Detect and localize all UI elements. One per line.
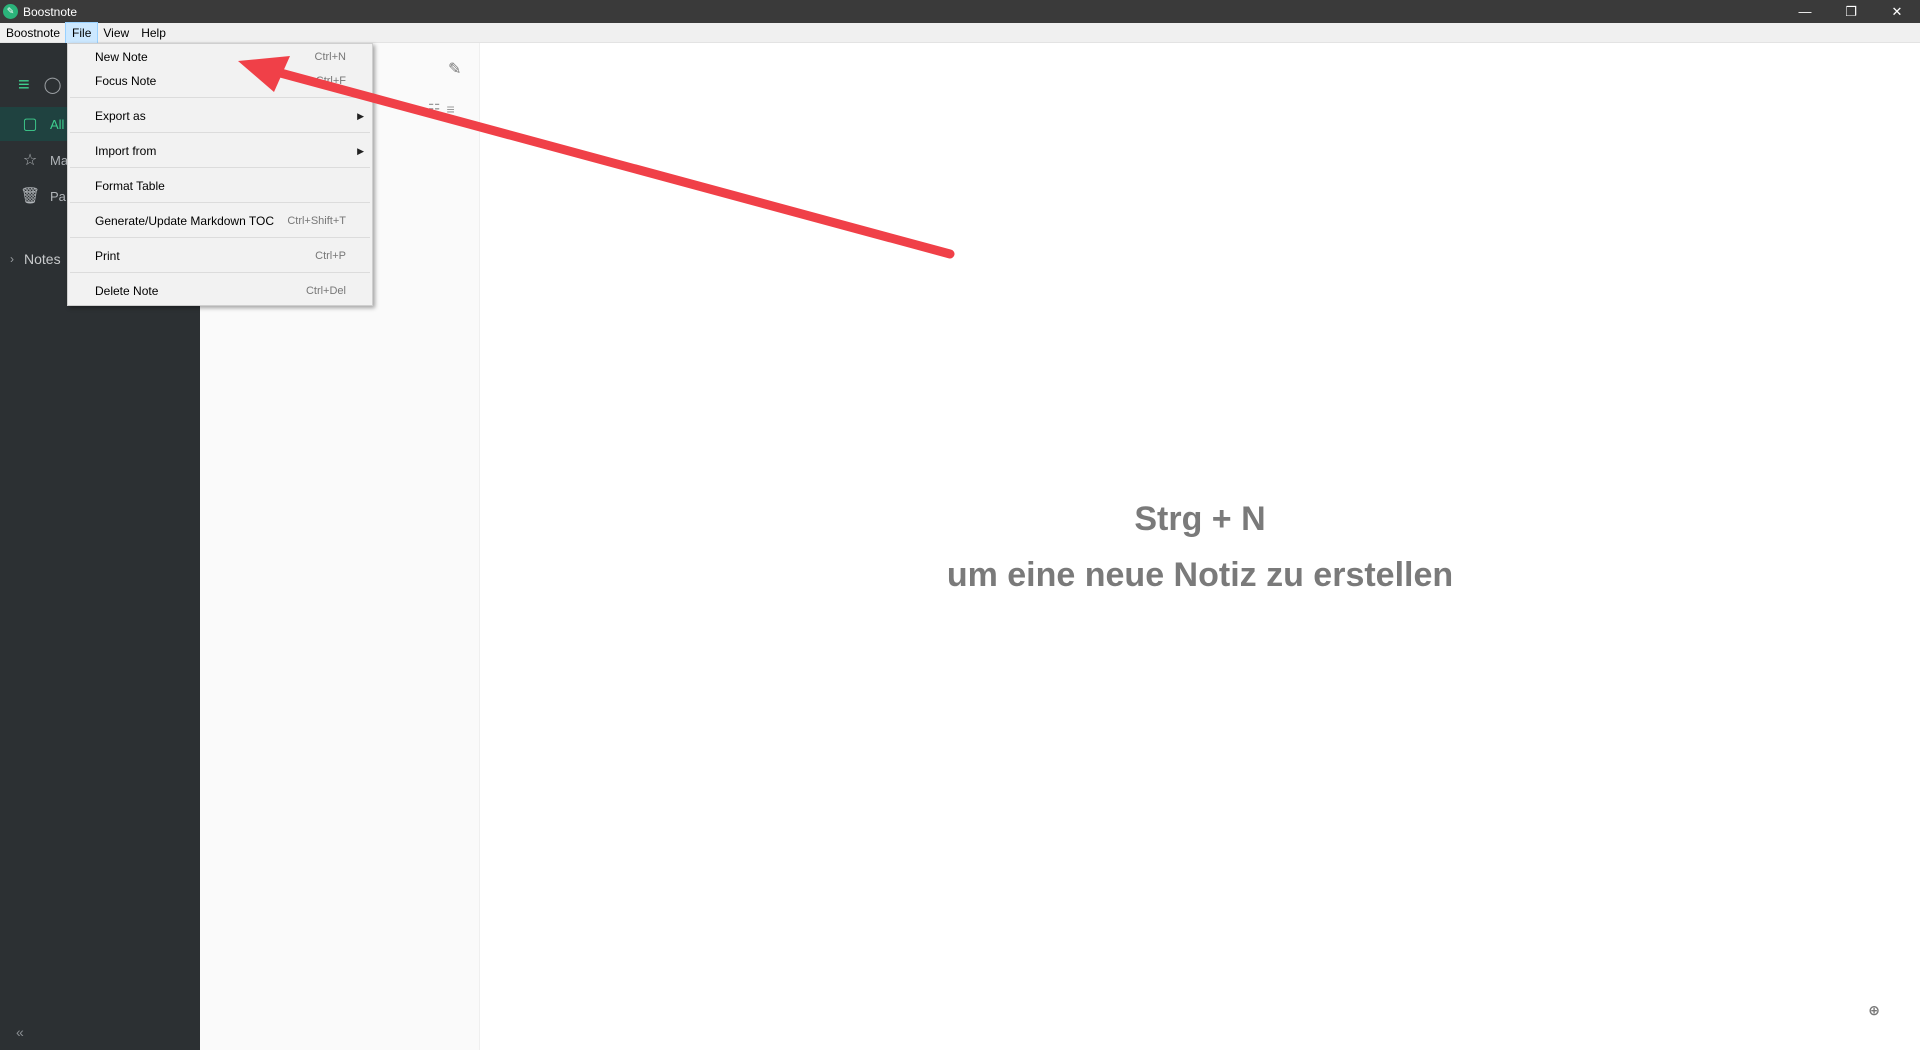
menu-help[interactable]: Help [135,23,172,43]
menu-separator [70,132,370,133]
notes-label: Notes [24,251,61,267]
menu-item-new-note[interactable]: New Note Ctrl+N [68,46,372,68]
menu-lines-icon[interactable]: ≡ [18,74,30,97]
menu-item-export-as[interactable]: Export as ▶ [68,105,372,127]
menu-separator [70,202,370,203]
minimize-button[interactable]: — [1782,0,1828,23]
shortcut-label: Ctrl+Shift+T [287,215,346,227]
menu-item-format-table[interactable]: Format Table [68,175,372,197]
menu-item-label: Import from [95,144,157,158]
sidebar-item-label: Pa [50,188,66,204]
submenu-arrow-icon: ▶ [357,145,364,156]
sidebar-item-label: Ma [50,152,69,168]
empty-note-area: Strg + N um eine neue Notiz zu erstellen… [480,43,1920,1050]
shortcut-label: Ctrl+F [315,75,346,87]
menu-item-focus-note[interactable]: Focus Note Ctrl+F [68,70,372,92]
menu-item-delete-note[interactable]: Delete Note Ctrl+Del [68,280,372,302]
menu-item-label: Focus Note [95,74,157,88]
menu-item-import-from[interactable]: Import from ▶ [68,140,372,162]
hint-shortcut: Strg + N [1134,499,1266,538]
menu-item-label: New Note [95,50,148,64]
menu-item-label: Generate/Update Markdown TOC [95,214,274,228]
close-window-button[interactable]: ✕ [1874,0,1920,23]
menu-item-print[interactable]: Print Ctrl+P [68,245,372,267]
menu-separator [70,97,370,98]
shortcut-label: Ctrl+N [314,51,346,63]
menu-boostnote[interactable]: Boostnote [0,23,66,43]
menu-item-label: Format Table [95,179,165,193]
shortcut-label: Ctrl+P [315,250,346,262]
menu-separator [70,237,370,238]
menu-item-label: Export as [95,109,146,123]
new-note-edit-icon[interactable]: ✎ [448,59,461,79]
menu-separator [70,167,370,168]
tag-icon[interactable]: ◯ [44,75,62,95]
menu-bar: Boostnote File View Help [0,21,1920,44]
menu-file[interactable]: File [65,21,99,44]
collapse-sidebar-icon[interactable]: « [16,1024,24,1040]
star-icon: ☆ [22,152,38,169]
title-bar: ✎ Boostnote — ❐ ✕ [0,0,1920,23]
menu-item-label: Delete Note [95,284,159,298]
restore-button[interactable]: ❐ [1828,0,1874,23]
menu-view[interactable]: View [97,23,135,43]
zoom-icon[interactable]: ⊕ [1868,982,1880,1038]
window-controls: — ❐ ✕ [1782,0,1920,23]
menu-item-generate-toc[interactable]: Generate/Update Markdown TOC Ctrl+Shift+… [68,210,372,232]
trash-icon: 🗑 [20,188,41,205]
submenu-arrow-icon: ▶ [357,110,364,121]
sidebar-item-label: All [50,116,65,132]
boostnote-logo-icon: ✎ [3,4,18,19]
shortcut-label: Ctrl+Del [305,285,346,297]
chevron-right-icon: › [10,252,14,266]
list-view-icon[interactable]: ☷≡ [428,101,461,118]
window-title: Boostnote [23,4,78,19]
file-menu-dropdown: New Note Ctrl+N Focus Note Ctrl+F Export… [67,43,373,306]
menu-item-label: Print [95,249,120,263]
hint-text: um eine neue Notiz zu erstellen [946,555,1454,594]
book-icon: ▢ [22,116,38,133]
menu-separator [70,272,370,273]
